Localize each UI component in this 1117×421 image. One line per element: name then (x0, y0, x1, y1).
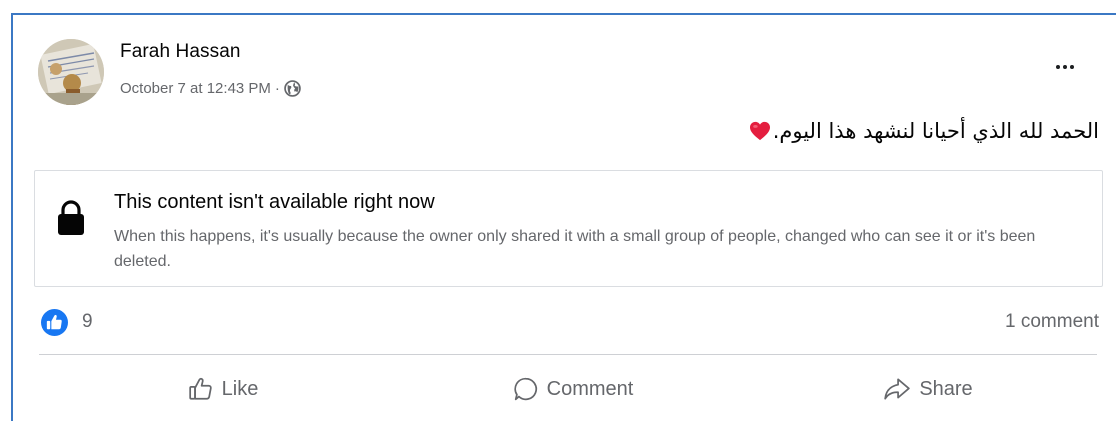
like-button[interactable]: Like (143, 367, 303, 411)
reaction-count[interactable]: 9 (82, 311, 93, 333)
more-dot (1070, 65, 1074, 69)
comment-count-link[interactable]: 1 comment (1005, 311, 1099, 333)
post-card: Farah Hassan October 7 at 12:43 PM · الح… (13, 15, 1116, 421)
lock-icon (57, 200, 85, 236)
comment-label: Comment (546, 377, 634, 400)
meta-separator: · (274, 79, 280, 97)
comment-button[interactable]: Comment (473, 367, 673, 411)
unavailable-content-box: This content isn't available right now W… (34, 170, 1103, 287)
heart-icon (749, 121, 771, 141)
share-label: Share (919, 377, 973, 400)
share-icon (883, 376, 911, 402)
post-text-content: الحمد لله الذي أحيانا لنشهد هذا اليوم. (772, 119, 1099, 143)
avatar-image (38, 39, 104, 105)
divider (39, 354, 1097, 355)
avatar[interactable] (38, 39, 104, 105)
post-text: الحمد لله الذي أحيانا لنشهد هذا اليوم. (749, 119, 1099, 143)
globe-icon[interactable] (284, 79, 301, 97)
post-timestamp[interactable]: October 7 at 12:43 PM (120, 80, 271, 97)
more-dot (1056, 65, 1060, 69)
post-card-frame: Farah Hassan October 7 at 12:43 PM · الح… (11, 13, 1116, 421)
like-reaction-icon[interactable] (41, 309, 68, 336)
thumbs-up-icon (188, 376, 214, 402)
author-name[interactable]: Farah Hassan (120, 41, 241, 63)
share-button[interactable]: Share (843, 367, 1013, 411)
comment-icon (513, 376, 539, 402)
unavailable-title: This content isn't available right now (114, 191, 435, 213)
unavailable-description: When this happens, it's usually because … (114, 228, 1036, 270)
post-meta: October 7 at 12:43 PM · (120, 78, 301, 98)
more-options-button[interactable] (1047, 53, 1083, 81)
like-label: Like (221, 377, 259, 400)
more-dot (1063, 65, 1067, 69)
